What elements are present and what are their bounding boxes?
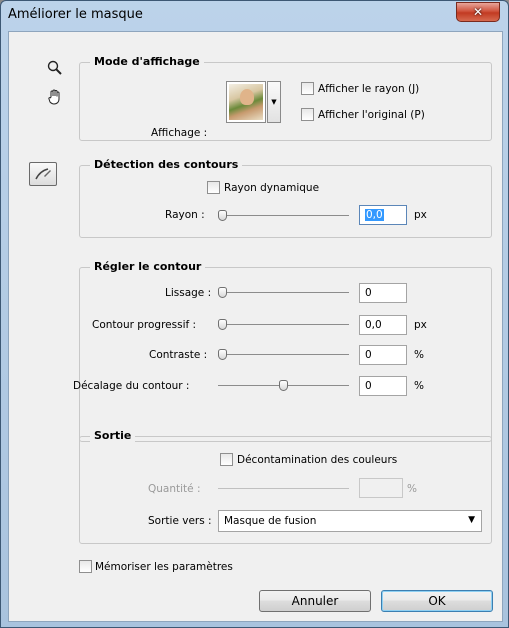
refine-radius-tool-icon[interactable] <box>29 162 57 186</box>
dialog-title: Améliorer le masque <box>8 7 143 22</box>
show-radius-label: Afficher le rayon (J) <box>318 83 420 95</box>
decontaminate-checkbox[interactable] <box>220 453 233 466</box>
amount-unit: % <box>407 483 417 495</box>
ok-button[interactable]: OK <box>381 590 493 612</box>
radius-unit: px <box>414 209 427 221</box>
view-label: Affichage : <box>151 127 208 139</box>
smooth-slider-track[interactable] <box>218 292 349 293</box>
show-original-label: Afficher l'original (P) <box>318 109 425 121</box>
feather-unit: px <box>414 319 427 331</box>
view-thumbnail-image <box>229 84 263 120</box>
edge-detection-title: Détection des contours <box>90 158 243 171</box>
contrast-slider-thumb[interactable] <box>218 349 227 360</box>
zoom-tool-icon[interactable] <box>47 60 63 79</box>
smooth-slider-thumb[interactable] <box>218 287 227 298</box>
amount-label: Quantité : <box>148 483 201 495</box>
edge-detection-group: Détection des contours <box>79 158 492 238</box>
amount-input <box>359 478 403 498</box>
contrast-slider-track[interactable] <box>218 354 349 355</box>
output-title: Sortie <box>90 429 136 442</box>
contrast-input[interactable]: 0 <box>359 345 407 365</box>
view-mode-title: Mode d'affichage <box>90 55 204 68</box>
feather-slider-thumb[interactable] <box>218 319 227 330</box>
radius-input[interactable]: 0,0 <box>359 205 407 225</box>
title-bar[interactable]: Améliorer le masque ✕ <box>1 1 508 31</box>
shift-edge-input[interactable]: 0 <box>359 376 407 396</box>
shift-edge-slider-thumb[interactable] <box>279 380 288 391</box>
view-mode-group: Mode d'affichage <box>79 55 492 141</box>
shift-edge-label: Décalage du contour : <box>73 380 190 392</box>
remember-settings-checkbox[interactable] <box>79 560 92 573</box>
decontaminate-label: Décontamination des couleurs <box>237 454 398 466</box>
smart-radius-checkbox[interactable] <box>207 181 220 194</box>
show-original-checkbox[interactable] <box>301 108 314 121</box>
output-to-select[interactable]: Masque de fusion ▼ <box>218 510 482 532</box>
smooth-label: Lissage : <box>165 287 212 299</box>
dialog-body: Mode d'affichage Affichage : ▼ Afficher … <box>8 31 503 622</box>
smart-radius-label: Rayon dynamique <box>224 182 320 194</box>
hand-tool-icon[interactable] <box>46 88 64 109</box>
view-mode-dropdown-button[interactable]: ▼ <box>267 81 281 123</box>
adjust-edge-title: Régler le contour <box>90 260 206 273</box>
remember-settings-label: Mémoriser les paramètres <box>95 561 233 573</box>
show-radius-checkbox[interactable] <box>301 82 314 95</box>
chevron-down-icon: ▼ <box>468 515 475 525</box>
radius-slider-track[interactable] <box>218 215 349 216</box>
output-to-value: Masque de fusion <box>224 515 317 527</box>
feather-label: Contour progressif : <box>92 319 197 331</box>
chevron-down-icon: ▼ <box>271 98 277 106</box>
smooth-input[interactable]: 0 <box>359 283 407 303</box>
view-mode-preview[interactable] <box>226 81 266 123</box>
radius-slider-thumb[interactable] <box>218 210 227 221</box>
contrast-unit: % <box>414 349 424 361</box>
amount-slider-track <box>218 488 349 489</box>
shift-edge-unit: % <box>414 380 424 392</box>
dialog-window: Améliorer le masque ✕ Mode d'affichage A… <box>0 0 509 628</box>
cancel-button[interactable]: Annuler <box>259 590 371 612</box>
output-to-label: Sortie vers : <box>148 515 212 527</box>
close-button[interactable]: ✕ <box>456 2 500 22</box>
close-icon: ✕ <box>472 5 484 19</box>
feather-input[interactable]: 0,0 <box>359 315 407 335</box>
contrast-label: Contraste : <box>149 349 208 361</box>
radius-label: Rayon : <box>165 209 205 221</box>
feather-slider-track[interactable] <box>218 324 349 325</box>
